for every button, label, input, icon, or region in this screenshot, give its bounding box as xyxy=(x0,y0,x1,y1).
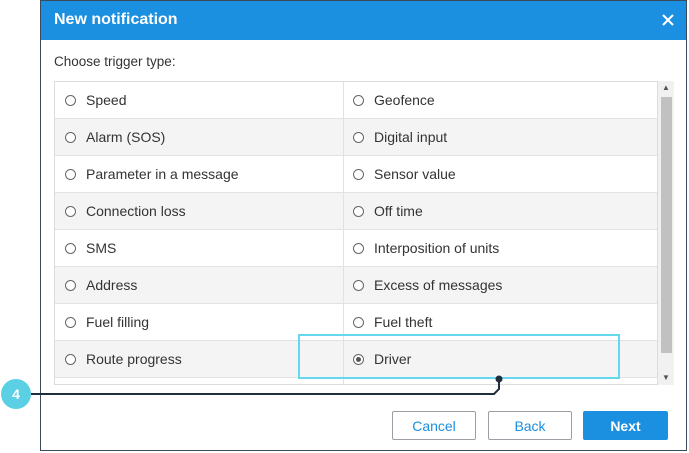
radio-unchecked-icon[interactable] xyxy=(353,316,364,328)
radio-unchecked-icon[interactable] xyxy=(65,242,76,254)
trigger-option-label: Address xyxy=(86,277,138,293)
trigger-option[interactable]: Excess of messages xyxy=(343,267,657,303)
radio-unchecked-icon[interactable] xyxy=(65,168,76,180)
scroll-thumb[interactable] xyxy=(661,97,672,353)
trigger-option[interactable]: Sensor value xyxy=(343,156,657,192)
trigger-option-partial xyxy=(55,378,344,384)
radio-unchecked-icon[interactable] xyxy=(65,279,76,291)
scroll-down-arrow-icon[interactable]: ▼ xyxy=(658,371,674,385)
trigger-option[interactable]: Off time xyxy=(343,193,657,229)
radio-unchecked-icon[interactable] xyxy=(353,205,364,217)
trigger-option-label: Interposition of units xyxy=(374,240,500,256)
trigger-option-label: Alarm (SOS) xyxy=(86,129,166,145)
trigger-type-list: Speed Geofence Alarm (SOS) Digital input Par… xyxy=(54,81,658,385)
trigger-option[interactable]: Interposition of units xyxy=(343,230,657,266)
trigger-row: Address Excess of messages xyxy=(55,267,657,304)
trigger-option[interactable]: Alarm (SOS) xyxy=(55,119,344,155)
trigger-row: Route progress Driver xyxy=(55,341,657,378)
trigger-option[interactable]: Geofence xyxy=(343,82,657,118)
radio-checked-icon[interactable] xyxy=(353,353,364,365)
trigger-option[interactable]: Address xyxy=(55,267,344,303)
trigger-option-label: Excess of messages xyxy=(374,277,503,293)
radio-unchecked-icon[interactable] xyxy=(353,131,364,143)
trigger-row: Speed Geofence xyxy=(55,82,657,119)
trigger-option[interactable]: SMS xyxy=(55,230,344,266)
trigger-option[interactable]: Digital input xyxy=(343,119,657,155)
dialog-title: New notification xyxy=(54,11,178,28)
dialog-titlebar: New notification xyxy=(41,1,686,40)
radio-unchecked-icon[interactable] xyxy=(65,94,76,106)
trigger-option-label: Parameter in a message xyxy=(86,166,239,182)
new-notification-dialog: New notification Choose trigger type: Sp… xyxy=(40,0,687,451)
trigger-option[interactable]: Driver xyxy=(343,341,657,377)
trigger-option-label: SMS xyxy=(86,240,117,256)
scroll-up-arrow-icon[interactable]: ▲ xyxy=(658,81,674,95)
trigger-option[interactable]: Parameter in a message xyxy=(55,156,344,192)
trigger-row: Connection loss Off time xyxy=(55,193,657,230)
cancel-button[interactable]: Cancel xyxy=(392,411,476,440)
trigger-option-label: Route progress xyxy=(86,351,182,367)
radio-unchecked-icon[interactable] xyxy=(353,242,364,254)
trigger-row: Alarm (SOS) Digital input xyxy=(55,119,657,156)
trigger-option-label: Off time xyxy=(374,203,423,219)
trigger-option-label: Digital input xyxy=(374,129,448,145)
trigger-option-label: Driver xyxy=(374,351,412,367)
radio-unchecked-icon[interactable] xyxy=(65,205,76,217)
trigger-option[interactable]: Fuel theft xyxy=(343,304,657,340)
trigger-option[interactable]: Speed xyxy=(55,82,344,118)
radio-unchecked-icon[interactable] xyxy=(353,94,364,106)
trigger-option-label: Connection loss xyxy=(86,203,186,219)
next-button[interactable]: Next xyxy=(583,411,668,440)
trigger-row: Parameter in a message Sensor value xyxy=(55,156,657,193)
trigger-option-label: Speed xyxy=(86,92,127,108)
trigger-type-prompt: Choose trigger type: xyxy=(54,54,176,69)
trigger-option[interactable]: Connection loss xyxy=(55,193,344,229)
close-icon[interactable] xyxy=(658,10,678,30)
back-button[interactable]: Back xyxy=(488,411,572,440)
list-scrollbar[interactable]: ▲ ▼ xyxy=(658,81,674,385)
trigger-option-label: Geofence xyxy=(374,92,435,108)
step-number-badge: 4 xyxy=(1,379,31,409)
radio-unchecked-icon[interactable] xyxy=(353,168,364,180)
trigger-row-partial xyxy=(55,378,657,384)
trigger-option[interactable]: Fuel filling xyxy=(55,304,344,340)
radio-unchecked-icon[interactable] xyxy=(353,279,364,291)
trigger-option[interactable]: Route progress xyxy=(55,341,344,377)
radio-unchecked-icon[interactable] xyxy=(65,131,76,143)
trigger-row: SMS Interposition of units xyxy=(55,230,657,267)
radio-unchecked-icon[interactable] xyxy=(65,353,76,365)
radio-unchecked-icon[interactable] xyxy=(65,316,76,328)
trigger-option-label: Fuel filling xyxy=(86,314,150,330)
trigger-row: Fuel filling Fuel theft xyxy=(55,304,657,341)
trigger-option-label: Sensor value xyxy=(374,166,456,182)
trigger-option-label: Fuel theft xyxy=(374,314,433,330)
